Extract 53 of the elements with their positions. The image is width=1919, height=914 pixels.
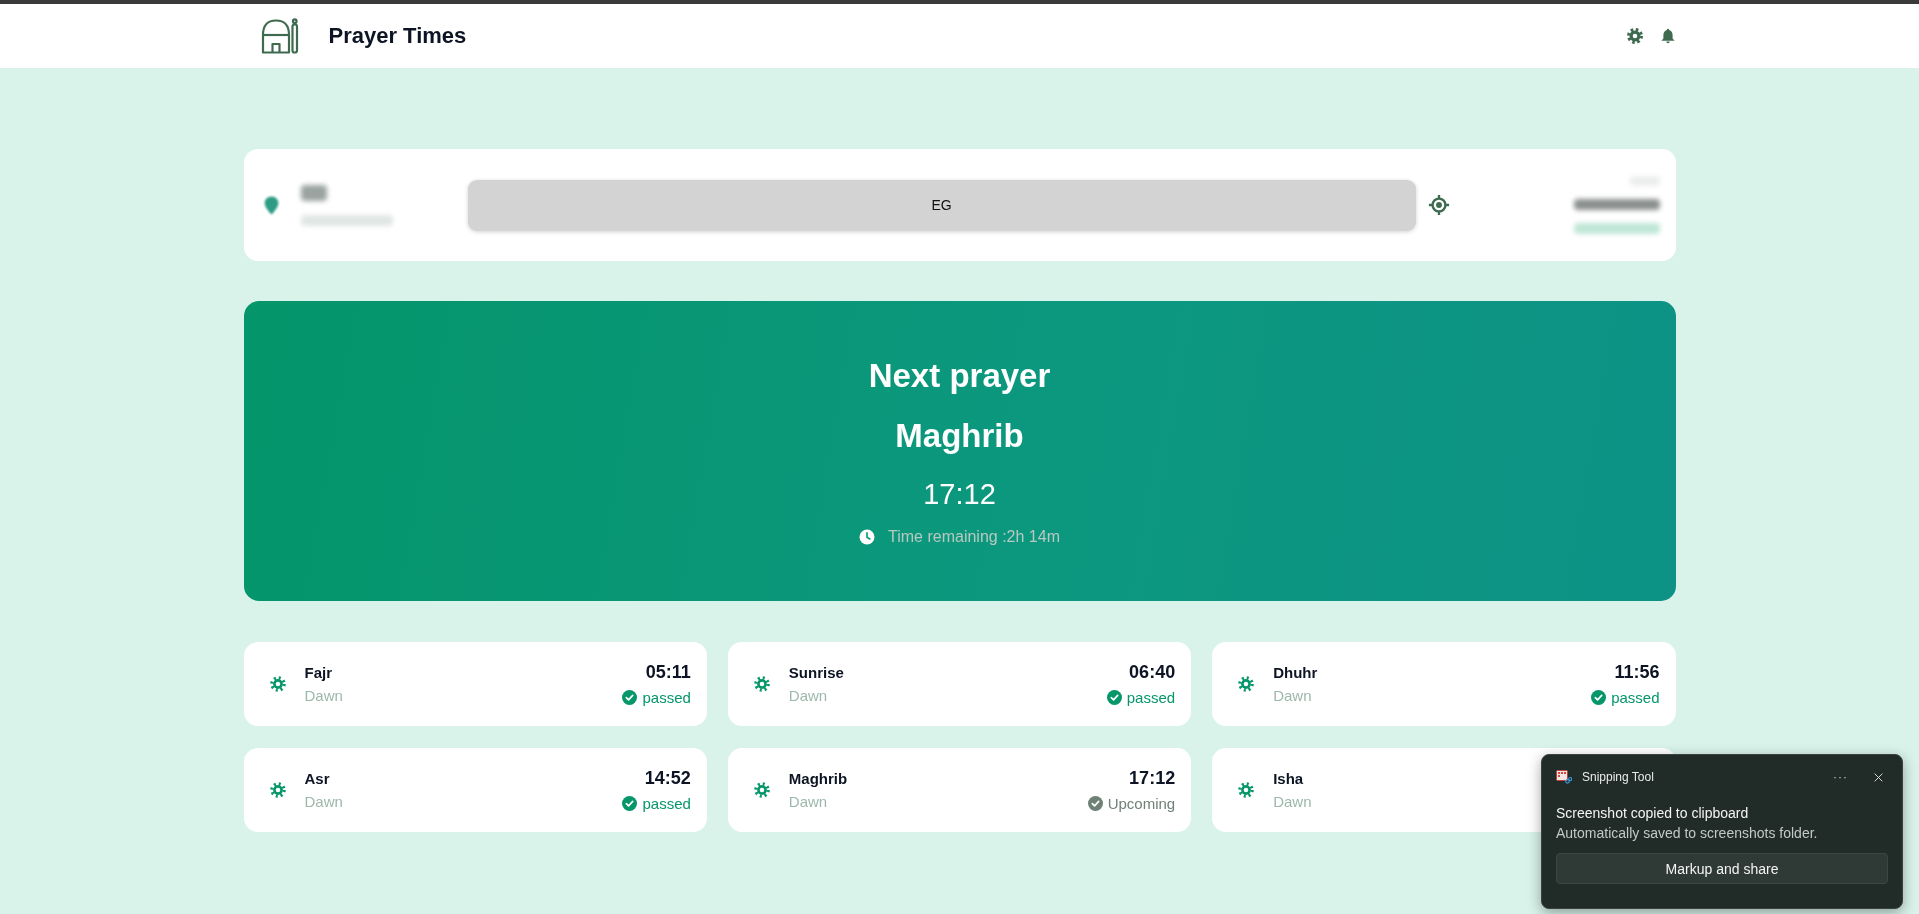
prayer-name: Asr (304, 770, 331, 787)
check-circle-icon (1087, 796, 1103, 811)
prayer-time: 06:40 (1129, 662, 1176, 683)
check-circle-icon (1106, 690, 1122, 705)
check-circle-icon (622, 796, 638, 811)
gear-icon (753, 782, 770, 798)
next-prayer-name: Maghrib (895, 416, 1024, 456)
more-options-button[interactable]: ··· (1833, 770, 1848, 784)
map-pin-icon (263, 195, 279, 215)
gear-icon (753, 676, 770, 692)
gear-icon (269, 676, 286, 692)
time-remaining: Time remaining :2h 14m (888, 528, 1060, 546)
gear-icon (1238, 782, 1255, 798)
prayer-time: 05:11 (645, 662, 691, 683)
prayer-name: Isha (1273, 770, 1305, 787)
prayer-time: 11:56 (1614, 662, 1660, 683)
snipping-tool-icon (1556, 770, 1572, 784)
prayer-time: 14:52 (644, 768, 691, 789)
prayer-status: passed (642, 689, 691, 706)
bell-icon[interactable] (1659, 28, 1676, 44)
next-prayer-time: 17:12 (923, 477, 996, 512)
next-prayer-heading: Next prayer (868, 356, 1051, 396)
markup-and-share-button[interactable]: Markup and share (1556, 853, 1888, 884)
country-field[interactable]: EG (467, 179, 1416, 231)
prayer-status: passed (642, 795, 691, 812)
prayer-period: Dawn (1273, 687, 1313, 704)
notification-message: Automatically saved to screenshots folder. (1556, 824, 1819, 842)
prayer-time: 17:12 (1129, 768, 1176, 789)
locate-icon[interactable] (1427, 194, 1450, 216)
prayer-status: passed (1611, 689, 1660, 706)
prayer-status: passed (1126, 689, 1176, 706)
prayer-period: Dawn (304, 687, 343, 704)
close-icon[interactable] (1874, 772, 1883, 782)
prayer-period: Dawn (1273, 793, 1312, 810)
settings-icon[interactable] (1626, 28, 1643, 44)
app-title: Prayer Times (328, 23, 467, 49)
prayer-name: Maghrib (788, 770, 848, 787)
clock-icon (859, 529, 876, 545)
prayer-name: Sunrise (788, 664, 844, 681)
gear-icon (1238, 676, 1255, 692)
notification-app-name: Snipping Tool (1582, 770, 1654, 784)
mosque-icon (260, 18, 299, 54)
check-circle-icon (622, 690, 638, 705)
notification-title: Screenshot copied to clipboard (1556, 804, 1750, 822)
prayer-period: Dawn (304, 793, 343, 810)
prayer-name: Dhuhr (1273, 664, 1318, 681)
prayer-name: Fajr (304, 664, 333, 681)
check-circle-icon (1591, 690, 1607, 705)
prayer-period: Dawn (788, 793, 829, 810)
prayer-status: Upcoming (1107, 795, 1176, 812)
gear-icon (269, 782, 286, 798)
prayer-period: Dawn (788, 687, 829, 704)
blurred-text (300, 184, 327, 201)
